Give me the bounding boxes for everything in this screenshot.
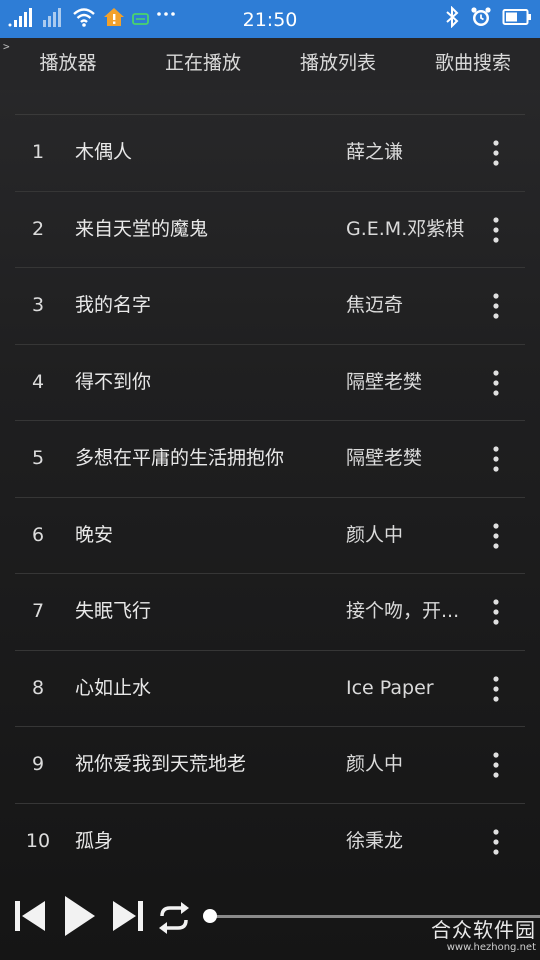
- more-options-icon[interactable]: [485, 675, 507, 703]
- song-artist: G.E.M.邓紫棋: [346, 217, 465, 240]
- song-artist: 焦迈奇: [346, 294, 404, 316]
- song-title: 得不到你: [75, 370, 152, 393]
- watermark-main: 合众软件园: [431, 918, 536, 942]
- song-row[interactable]: 8 心如止水 Ice Paper: [15, 651, 525, 727]
- more-options-icon[interactable]: [485, 598, 507, 626]
- watermark-sub: www.hezhong.net: [446, 942, 536, 953]
- song-row[interactable]: 6 晚安 颜人中: [15, 498, 525, 574]
- next-icon[interactable]: [110, 898, 146, 938]
- more-options-icon[interactable]: [485, 751, 507, 779]
- song-artist: 徐秉龙: [346, 829, 404, 852]
- song-title: 心如止水: [75, 676, 152, 699]
- song-number: 3: [31, 294, 45, 316]
- status-bar: 21:50: [0, 0, 540, 38]
- tab-song-search[interactable]: 歌曲搜索: [420, 38, 526, 90]
- song-number: 6: [31, 523, 45, 546]
- song-title: 来自天堂的魔鬼: [75, 217, 209, 240]
- alarm-icon: [470, 6, 492, 32]
- song-number: 2: [31, 217, 45, 240]
- previous-icon[interactable]: [12, 898, 48, 938]
- more-options-icon[interactable]: [485, 445, 507, 473]
- song-row[interactable]: 9 祝你爱我到天荒地老 颜人中: [15, 727, 525, 804]
- status-right-icons: [444, 5, 532, 32]
- song-number: 10: [25, 829, 51, 852]
- song-artist: 薛之谦: [346, 141, 404, 163]
- song-artist: 隔壁老樊: [346, 447, 423, 469]
- song-row[interactable]: 1 木偶人 薛之谦: [15, 115, 525, 192]
- song-number: 1: [31, 141, 45, 163]
- top-nav: > 播放器 正在播放 播放列表 歌曲搜索: [0, 38, 540, 90]
- battery-icon: [502, 6, 532, 32]
- song-row[interactable]: 3 我的名字 焦迈奇: [15, 268, 525, 345]
- tab-now-playing[interactable]: 正在播放: [150, 38, 256, 90]
- song-title: 失眠飞行: [75, 600, 152, 622]
- more-options-icon[interactable]: [485, 369, 507, 397]
- song-number: 4: [31, 370, 45, 393]
- song-artist: Ice Paper: [346, 676, 434, 699]
- repeat-icon[interactable]: [155, 900, 193, 940]
- bluetooth-icon: [444, 5, 460, 32]
- progress-knob[interactable]: [203, 909, 217, 923]
- song-title: 祝你爱我到天荒地老: [75, 753, 247, 775]
- stray-glyph: >: [3, 40, 10, 53]
- watermark: 合众软件园 www.hezhong.net: [431, 918, 536, 954]
- song-artist: 隔壁老樊: [346, 370, 423, 393]
- song-number: 8: [31, 676, 45, 699]
- song-title: 孤身: [75, 829, 114, 852]
- more-options-icon[interactable]: [485, 292, 507, 320]
- tab-player[interactable]: 播放器: [22, 38, 114, 90]
- more-options-icon[interactable]: [485, 828, 507, 856]
- song-row[interactable]: 10 孤身 徐秉龙: [15, 804, 525, 880]
- song-artist: 颜人中: [346, 753, 404, 775]
- more-options-icon[interactable]: [485, 139, 507, 167]
- song-title: 多想在平庸的生活拥抱你: [75, 447, 285, 469]
- song-artist: 颜人中: [346, 523, 404, 546]
- song-number: 5: [31, 447, 45, 469]
- more-options-icon[interactable]: [485, 216, 507, 244]
- player-bar: 合众软件园 www.hezhong.net: [0, 880, 540, 960]
- more-options-icon[interactable]: [485, 522, 507, 550]
- song-title: 晚安: [75, 523, 114, 546]
- song-title: 我的名字: [75, 294, 152, 316]
- song-title: 木偶人: [75, 141, 133, 163]
- song-number: 7: [31, 600, 45, 622]
- song-list: 1 木偶人 薛之谦 2 来自天堂的魔鬼 G.E.M.邓紫棋 3 我的名字 焦迈奇…: [15, 114, 525, 879]
- song-artist: 接个吻，开...: [346, 600, 460, 622]
- song-row[interactable]: 2 来自天堂的魔鬼 G.E.M.邓紫棋: [15, 192, 525, 268]
- song-row[interactable]: 7 失眠飞行 接个吻，开...: [15, 574, 525, 651]
- song-row[interactable]: 4 得不到你 隔壁老樊: [15, 345, 525, 421]
- play-icon[interactable]: [62, 894, 98, 942]
- tab-playlist[interactable]: 播放列表: [285, 38, 391, 90]
- song-number: 9: [31, 753, 45, 775]
- song-row[interactable]: 5 多想在平庸的生活拥抱你 隔壁老樊: [15, 421, 525, 498]
